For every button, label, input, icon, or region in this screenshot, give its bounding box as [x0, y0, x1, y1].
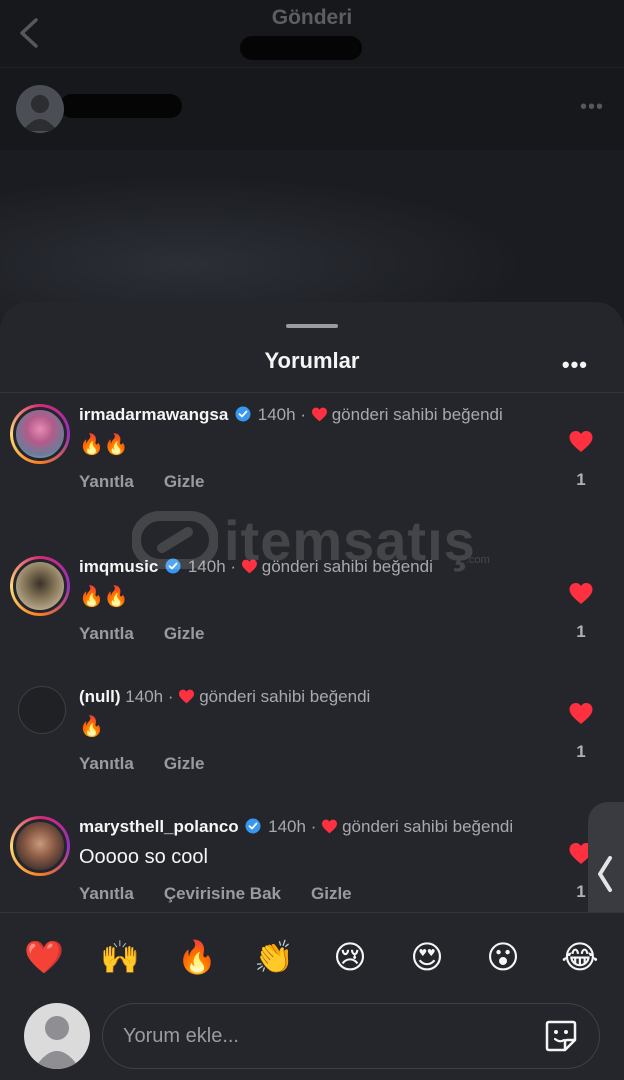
redaction-bar [240, 36, 362, 60]
comment-like[interactable]: 1 [568, 582, 594, 642]
hide-button[interactable]: Gizle [311, 884, 352, 903]
comment-list[interactable]: irmadarmawangsa 140h · gönderi sahibi be… [0, 394, 624, 914]
emoji-laughing[interactable]: 😂 [560, 937, 600, 977]
comment-username[interactable]: marysthell_polanco [79, 817, 239, 836]
comment-body: imqmusic 140h · gönderi sahibi beğendi 🔥… [79, 556, 559, 644]
author-avatar[interactable] [16, 85, 64, 133]
avatar[interactable] [24, 1003, 90, 1069]
more-options-icon[interactable]: ••• [562, 352, 588, 378]
avatar[interactable] [18, 686, 66, 734]
more-options-icon[interactable]: ••• [580, 96, 604, 119]
sticker-icon [545, 1020, 577, 1052]
comment-meta: (null) 140h · gönderi sahibi beğendi [79, 687, 371, 706]
redaction-bar [60, 94, 182, 118]
comment-meta: marysthell_polanco 140h · gönderi sahibi… [79, 817, 514, 836]
user-silhouette-icon [23, 95, 57, 131]
avatar[interactable] [10, 404, 70, 464]
comment-like[interactable]: 1 [568, 702, 594, 762]
comment-username[interactable]: irmadarmawangsa [79, 405, 228, 424]
like-count: 1 [576, 742, 586, 761]
comment-field[interactable] [102, 1003, 600, 1069]
post-author-row [0, 68, 624, 150]
sticker-button[interactable] [543, 1018, 579, 1054]
heart-icon [322, 819, 338, 834]
like-count: 1 [576, 622, 586, 641]
like-count: 1 [576, 470, 586, 489]
emoji-heart-eyes[interactable]: 😍 [407, 937, 447, 977]
emoji-clapping[interactable]: 👏 [254, 937, 294, 977]
sheet-grabber[interactable] [286, 324, 338, 328]
emoji-surprised[interactable]: 😮 [483, 937, 523, 977]
comment-text: 🔥 [79, 716, 104, 738]
reply-button[interactable]: Yanıtla [79, 754, 134, 773]
user-silhouette-icon [34, 1016, 80, 1069]
verified-badge-icon [235, 406, 251, 422]
comment-actions: Yanıtla Gizle [79, 472, 559, 492]
post-header: Gönderi [0, 0, 624, 68]
liked-by-owner: gönderi sahibi beğendi [261, 557, 433, 576]
emoji-heart[interactable]: ❤️ [24, 937, 64, 977]
comment-username[interactable]: (null) [79, 687, 121, 706]
liked-by-owner: gönderi sahibi beğendi [342, 817, 514, 836]
reply-button[interactable]: Yanıtla [79, 472, 134, 491]
comment-username[interactable]: imqmusic [79, 557, 158, 576]
heart-icon [311, 407, 327, 422]
comment-text: Ooooo so cool [79, 846, 208, 868]
verified-badge-icon [245, 818, 261, 834]
hide-button[interactable]: Gizle [164, 472, 205, 491]
heart-icon [179, 689, 195, 704]
divider [0, 392, 624, 393]
comment-actions: Yanıtla Gizle [79, 754, 559, 774]
comment-body: irmadarmawangsa 140h · gönderi sahibi be… [79, 404, 559, 492]
hide-button[interactable]: Gizle [164, 754, 205, 773]
comment-text: 🔥🔥 [79, 586, 129, 608]
hide-button[interactable]: Gizle [164, 624, 205, 643]
comment-time: 140h [268, 817, 306, 836]
avatar[interactable] [10, 816, 70, 876]
comment-time: 140h [257, 405, 296, 424]
comment-like[interactable]: 1 [568, 430, 594, 490]
liked-by-owner: gönderi sahibi beğendi [199, 687, 371, 706]
comment-body: marysthell_polanco 140h · gönderi sahibi… [79, 816, 559, 904]
comment-meta: irmadarmawangsa 140h · gönderi sahibi be… [79, 405, 503, 424]
heart-icon [241, 559, 257, 574]
heart-icon[interactable] [568, 582, 594, 605]
heart-icon[interactable] [568, 430, 594, 453]
reply-button[interactable]: Yanıtla [79, 884, 134, 903]
translate-button[interactable]: Çevirisine Bak [164, 884, 281, 903]
comment-input[interactable] [123, 1004, 523, 1068]
comment-meta: imqmusic 140h · gönderi sahibi beğendi [79, 557, 433, 576]
verified-badge-icon [165, 558, 181, 574]
composer-area: ❤️ 🙌 🔥 👏 😢 😍 😮 😂 [0, 912, 624, 1080]
avatar[interactable] [10, 556, 70, 616]
comment-time: 140h [125, 687, 164, 706]
reply-button[interactable]: Yanıtla [79, 624, 134, 643]
comment-body: (null) 140h · gönderi sahibi beğendi 🔥 Y… [79, 686, 559, 774]
comment-actions: Yanıtla Çevirisine Bak Gizle [79, 884, 559, 904]
comment-actions: Yanıtla Gizle [79, 624, 559, 644]
emoji-fire[interactable]: 🔥 [177, 937, 217, 977]
liked-by-owner: gönderi sahibi beğendi [331, 405, 503, 424]
emoji-raising-hands[interactable]: 🙌 [100, 937, 140, 977]
sheet-title: Yorumlar [264, 348, 360, 373]
page-title: Gönderi [271, 6, 353, 29]
quick-emoji-bar: ❤️ 🙌 🔥 👏 😢 😍 😮 😂 [0, 937, 624, 981]
heart-icon[interactable] [568, 702, 594, 725]
comment-time: 140h [187, 557, 226, 576]
emoji-crying[interactable]: 😢 [330, 937, 370, 977]
comment-text: 🔥🔥 [79, 434, 129, 456]
